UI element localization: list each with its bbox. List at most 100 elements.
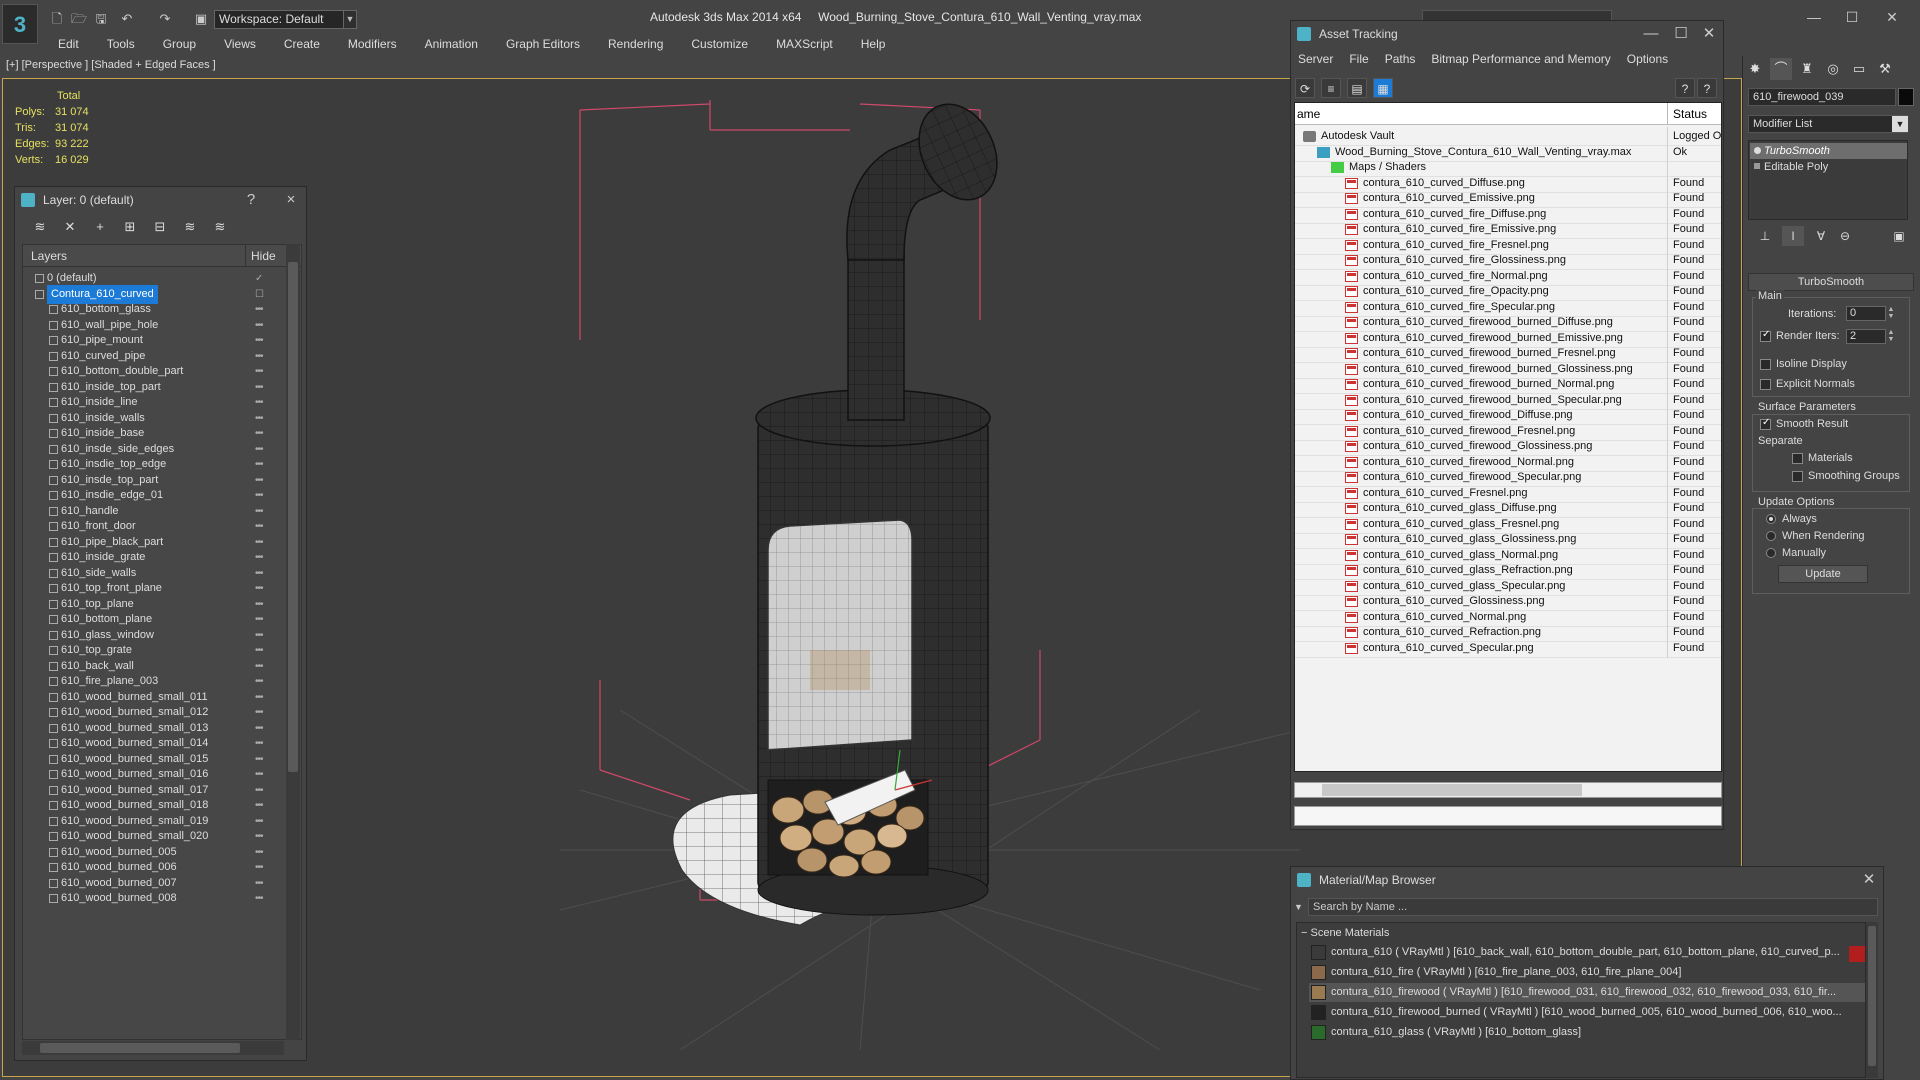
make-unique-icon[interactable]: ∀ — [1810, 226, 1832, 246]
material-row[interactable]: contura_610_firewood ( VRayMtl ) [610_fi… — [1309, 983, 1865, 1002]
close-icon[interactable]: × — [281, 190, 301, 210]
close-icon[interactable]: ✕ — [1699, 24, 1719, 44]
menu-tools[interactable]: Tools — [93, 34, 149, 54]
column-layers[interactable]: Layers — [31, 249, 67, 263]
update-button[interactable]: Update — [1778, 565, 1868, 583]
smoothing-groups-checkbox[interactable] — [1792, 471, 1803, 482]
hierarchy-tab-icon[interactable]: ♜ — [1796, 58, 1818, 80]
spinner-arrows-icon[interactable]: ▲ ▼ — [1886, 306, 1896, 321]
always-radio[interactable] — [1766, 514, 1776, 524]
configure-sets-icon[interactable]: ▣ — [1888, 226, 1910, 246]
menu-file[interactable]: File — [1349, 52, 1368, 66]
menu-group[interactable]: Group — [149, 34, 210, 54]
create-layer-icon[interactable]: ≋ — [28, 216, 52, 238]
object-name-field[interactable]: 610_firewood_039 — [1748, 88, 1896, 106]
chevron-down-icon[interactable]: ▼ — [1892, 116, 1908, 132]
spinner-arrows-icon[interactable]: ▲ ▼ — [1886, 329, 1896, 344]
menu-help[interactable]: Help — [847, 34, 900, 54]
select-in-layer-icon[interactable]: ⊞ — [118, 216, 142, 238]
materials-checkbox[interactable] — [1792, 453, 1803, 464]
material-row[interactable]: contura_610_firewood_burned ( VRayMtl ) … — [1309, 1003, 1865, 1022]
help-icon[interactable]: ? — [1675, 78, 1695, 98]
list-view-icon[interactable]: ≡ — [1321, 78, 1341, 98]
open-file-icon[interactable]: 🗁 — [70, 10, 88, 28]
refresh-icon[interactable]: ⟳ — [1295, 78, 1315, 98]
turbosmooth-rollout-header[interactable]: TurboSmooth — [1748, 273, 1914, 291]
render-iters-spinner[interactable]: 2 — [1846, 329, 1886, 344]
material-row[interactable]: contura_610_glass ( VRayMtl ) [610_botto… — [1309, 1023, 1865, 1042]
show-end-result-icon[interactable]: I — [1782, 226, 1804, 246]
iterations-spinner[interactable]: 0 — [1846, 306, 1886, 321]
remove-modifier-icon[interactable]: ⊖ — [1834, 226, 1856, 246]
layer-row[interactable]: 610_wood_burned_008 ••• — [23, 889, 287, 908]
project-folder-icon[interactable]: ▣ — [192, 10, 210, 28]
layer-scroll-thumb[interactable] — [288, 262, 298, 772]
asset-row[interactable]: contura_610_curved_Specular.png Found — [1295, 638, 1721, 658]
column-name[interactable]: ame — [1297, 107, 1320, 121]
utilities-tab-icon[interactable]: ⚒ — [1874, 58, 1896, 80]
when-rendering-radio[interactable] — [1766, 531, 1776, 541]
render-iters-checkbox[interactable] — [1760, 329, 1771, 342]
freeze-all-layers-icon[interactable]: ≋ — [208, 216, 232, 238]
help-options-icon[interactable]: ? — [1697, 78, 1717, 98]
hide-all-layers-icon[interactable]: ≋ — [178, 216, 202, 238]
column-hide[interactable]: Hide — [251, 249, 276, 263]
highlight-layer-icon[interactable]: ⊟ — [148, 216, 172, 238]
help-icon[interactable]: ? — [241, 190, 261, 210]
menu-rendering[interactable]: Rendering — [594, 34, 677, 54]
chevron-down-icon[interactable]: ▼ — [1294, 900, 1306, 914]
lightbulb-icon[interactable] — [1754, 147, 1761, 154]
material-row[interactable]: contura_610 ( VRayMtl ) [610_back_wall, … — [1309, 943, 1865, 962]
menu-graph-editors[interactable]: Graph Editors — [492, 34, 594, 54]
workspace-dropdown-arrow[interactable]: ▼ — [343, 10, 357, 29]
viewport-label[interactable]: [+] [Perspective ] [Shaded + Edged Faces… — [6, 59, 216, 71]
modifier-list-dropdown[interactable]: Modifier List — [1748, 115, 1908, 133]
asset-hscroll-thumb[interactable] — [1322, 784, 1582, 796]
layer-hscroll-thumb[interactable] — [40, 1043, 240, 1053]
create-tab-icon[interactable]: ✸ — [1744, 58, 1766, 80]
smooth-result-checkbox[interactable] — [1760, 417, 1771, 430]
column-status[interactable]: Status — [1673, 107, 1707, 121]
display-tab-icon[interactable]: ▭ — [1848, 58, 1870, 80]
menu-options[interactable]: Options — [1627, 52, 1668, 66]
object-color-swatch[interactable] — [1898, 88, 1914, 106]
explicit-normals-checkbox[interactable] — [1760, 379, 1771, 390]
pin-stack-icon[interactable]: ⊥ — [1754, 226, 1776, 246]
material-search-input[interactable]: Search by Name ... — [1308, 898, 1878, 916]
save-file-icon[interactable]: 🖫 — [92, 10, 110, 28]
detail-view-icon[interactable]: ▤ — [1347, 78, 1367, 98]
menu-modifiers[interactable]: Modifiers — [334, 34, 411, 54]
scene-materials-group[interactable]: − Scene Materials — [1301, 927, 1389, 939]
menu-bitmap-performance[interactable]: Bitmap Performance and Memory — [1431, 52, 1610, 66]
undo-icon[interactable]: ↶ — [118, 10, 136, 28]
menu-maxscript[interactable]: MAXScript — [762, 34, 847, 54]
menu-edit[interactable]: Edit — [44, 34, 93, 54]
minimize-icon[interactable]: — — [1641, 24, 1661, 44]
delete-layer-icon[interactable]: ✕ — [58, 216, 82, 238]
material-scroll-thumb[interactable] — [1868, 926, 1876, 1066]
menu-views[interactable]: Views — [210, 34, 270, 54]
menu-customize[interactable]: Customize — [677, 34, 762, 54]
expand-icon[interactable] — [1754, 163, 1760, 169]
redo-icon[interactable]: ↷ — [156, 10, 174, 28]
stove-3d-model[interactable] — [560, 90, 1300, 1050]
minimize-icon[interactable]: — — [1800, 6, 1828, 28]
isoline-display-checkbox[interactable] — [1760, 359, 1771, 370]
stack-item-turbosmooth[interactable]: TurboSmooth — [1750, 143, 1907, 159]
menu-server[interactable]: Server — [1298, 52, 1333, 66]
menu-paths[interactable]: Paths — [1385, 52, 1416, 66]
hide-toggle[interactable]: ••• — [255, 889, 263, 908]
close-icon[interactable]: ✕ — [1878, 6, 1906, 28]
motion-tab-icon[interactable]: ◎ — [1822, 58, 1844, 80]
modify-tab-icon[interactable]: ⌒ — [1770, 58, 1792, 80]
maximize-icon[interactable]: ☐ — [1671, 24, 1691, 44]
stack-item-editable-poly[interactable]: Editable Poly — [1750, 159, 1907, 175]
add-to-layer-icon[interactable]: + — [88, 216, 112, 238]
workspace-dropdown[interactable]: Workspace: Default — [214, 10, 344, 29]
app-menu-button[interactable]: 3 — [2, 4, 38, 44]
asset-path-field[interactable] — [1294, 806, 1722, 826]
close-icon[interactable]: ✕ — [1859, 870, 1879, 890]
menu-animation[interactable]: Animation — [411, 34, 492, 54]
new-file-icon[interactable]: 🗋 — [48, 10, 66, 28]
table-view-icon[interactable]: ▦ — [1373, 78, 1393, 98]
